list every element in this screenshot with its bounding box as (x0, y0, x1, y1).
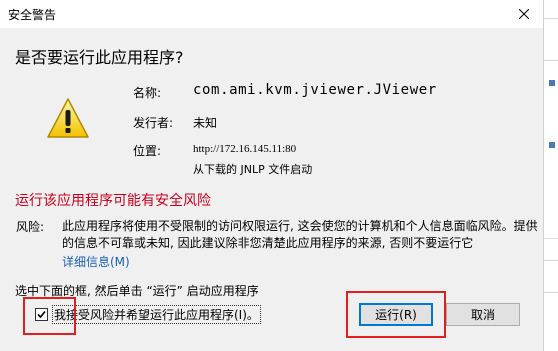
warning-triangle-icon (47, 98, 89, 138)
accept-risk-label[interactable]: 我接受风险并希望运行此应用程序(I)。 (52, 305, 261, 324)
close-button[interactable] (511, 3, 537, 25)
background-marker (549, 80, 555, 86)
run-button[interactable]: 运行(R) (359, 303, 433, 326)
background-divider (544, 238, 558, 239)
risk-description: 此应用程序将使用不受限制的访问权限运行, 这会使您的计算机和个人信息面临风险。提… (62, 219, 538, 250)
location-url: http://172.16.145.11:80 (193, 143, 297, 155)
accept-risk-checkbox[interactable] (35, 308, 48, 321)
location-label: 位置: (133, 144, 162, 158)
dialog-heading: 是否要运行此应用程序? (15, 48, 184, 67)
instruction-text: 选中下面的框, 然后单击 “运行” 启动应用程序 (15, 284, 259, 298)
checkmark-icon (37, 310, 46, 319)
cancel-button[interactable]: 取消 (446, 303, 520, 326)
publisher-label: 发行者: (133, 116, 174, 130)
app-name-value: com.ami.kvm.jviewer.JViewer (193, 82, 437, 98)
title-bar: 安全警告 (0, 0, 543, 29)
name-label: 名称: (133, 86, 162, 100)
publisher-value: 未知 (193, 116, 218, 130)
background-window-edge (543, 0, 558, 351)
risk-label: 风险: (16, 220, 45, 234)
background-divider (544, 292, 558, 293)
details-link[interactable]: 详细信息(M) (62, 253, 130, 270)
location-note: 从下载的 JNLP 文件启动 (193, 163, 313, 176)
background-marker (549, 142, 555, 148)
window-title: 安全警告 (8, 8, 57, 22)
risk-heading: 运行该应用程序可能有安全风险 (15, 193, 211, 209)
close-icon (519, 9, 529, 19)
background-divider (544, 18, 558, 19)
background-divider (544, 60, 558, 61)
security-warning-window: 安全警告 是否要运行此应用程序? 名称: com.ami.kvm.jviewer… (0, 0, 558, 351)
background-divider (544, 260, 558, 261)
